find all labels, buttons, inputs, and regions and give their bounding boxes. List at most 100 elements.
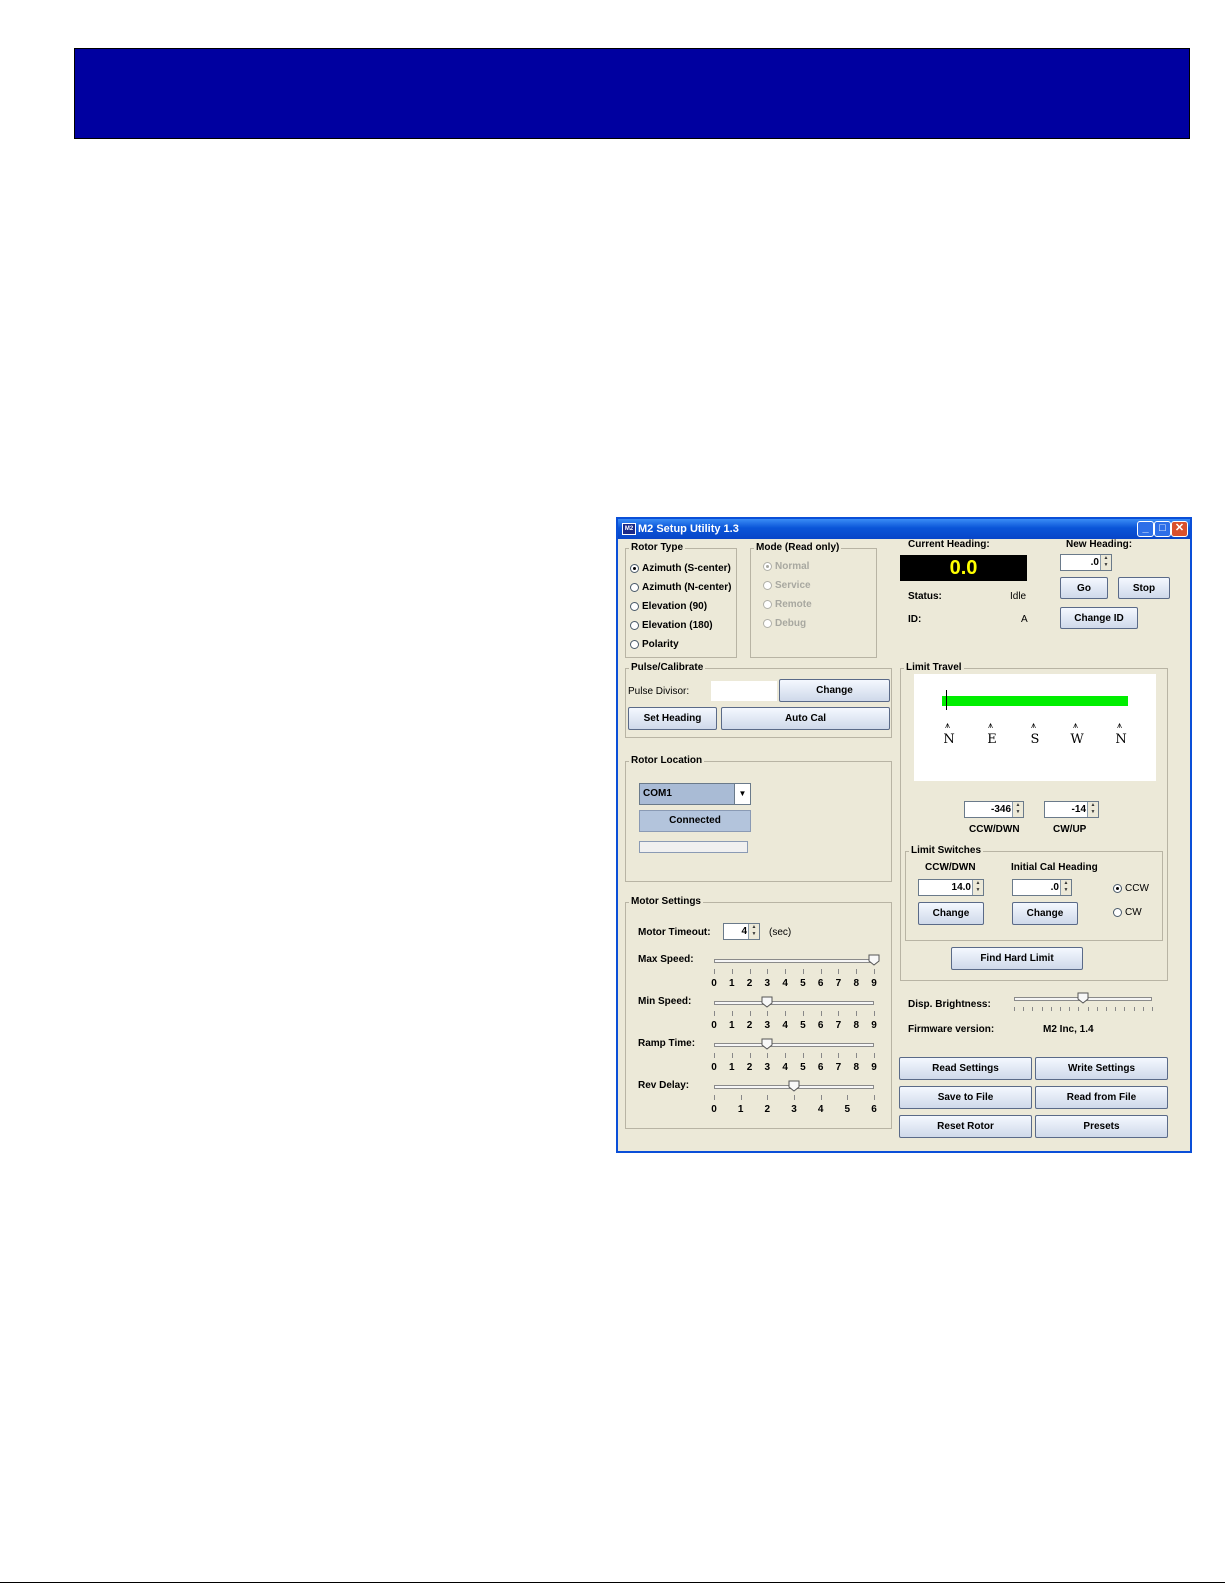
rotor-type-group: Rotor Type Azimuth (S-center) Azimuth (N… bbox=[625, 542, 737, 658]
slider-tick bbox=[874, 1095, 875, 1100]
title-bar[interactable]: M2 M2 Setup Utility 1.3 _ □ ✕ bbox=[618, 519, 1190, 539]
slider-tick bbox=[838, 969, 840, 974]
limit-ccw-label: CCW/DWN bbox=[925, 862, 976, 873]
auto-cal-button[interactable]: Auto Cal bbox=[721, 707, 890, 730]
radio-label: Azimuth (N-center) bbox=[642, 582, 732, 593]
limit-switches-group: Limit Switches CCW/DWN Initial Cal Headi… bbox=[905, 845, 1163, 941]
go-button[interactable]: Go bbox=[1060, 577, 1108, 599]
ramp-time-slider[interactable] bbox=[714, 1043, 874, 1047]
slider-tick bbox=[731, 1053, 733, 1058]
compass-arrow-icon: ⩚ bbox=[1117, 720, 1123, 730]
radio-label: Service bbox=[775, 580, 811, 591]
brightness-slider-thumb[interactable] bbox=[1077, 992, 1089, 1004]
rotor-type-elevation-90[interactable]: Elevation (90) bbox=[630, 601, 707, 612]
app-icon: M2 bbox=[622, 523, 636, 535]
spinner-arrows-icon[interactable]: ▲ ▼ bbox=[1060, 880, 1071, 895]
min-speed-slider[interactable] bbox=[714, 1001, 874, 1005]
min-speed-slider-thumb[interactable] bbox=[761, 996, 773, 1008]
direction-cw-radio[interactable]: CW bbox=[1113, 907, 1142, 918]
spinner-arrows-icon[interactable]: ▲ ▼ bbox=[1087, 802, 1098, 817]
motor-timeout-stepper[interactable]: 4 ▲ ▼ bbox=[723, 923, 760, 940]
chevron-down-icon[interactable]: ▼ bbox=[734, 784, 750, 804]
ccw-limit-stepper[interactable]: -346 ▲ ▼ bbox=[964, 801, 1024, 818]
slider-tick bbox=[1152, 1007, 1153, 1011]
slider-tick bbox=[785, 1011, 787, 1016]
radio-icon bbox=[763, 562, 772, 571]
compass-arrow-icon: ⩚ bbox=[1031, 720, 1037, 730]
cw-limit-stepper[interactable]: -14 ▲ ▼ bbox=[1044, 801, 1099, 818]
slider-tick-label: 2 bbox=[746, 978, 753, 989]
rotor-type-polarity[interactable]: Polarity bbox=[630, 639, 679, 650]
compass-label: E bbox=[987, 732, 997, 747]
pulse-change-button[interactable]: Change bbox=[779, 679, 890, 702]
motor-settings-group: Motor Settings Motor Timeout: 4 ▲ ▼ (sec) … bbox=[625, 896, 892, 1129]
radio-icon bbox=[630, 564, 639, 573]
slider-tick bbox=[767, 1011, 769, 1016]
stop-button[interactable]: Stop bbox=[1118, 577, 1170, 599]
spinner-arrows-icon[interactable]: ▲ ▼ bbox=[748, 924, 759, 939]
slider-tick-label: 5 bbox=[800, 1062, 806, 1073]
reset-rotor-button[interactable]: Reset Rotor bbox=[899, 1115, 1032, 1138]
slider-tick-label: 7 bbox=[835, 978, 842, 989]
set-heading-button[interactable]: Set Heading bbox=[628, 707, 717, 730]
slider-tick bbox=[847, 1095, 849, 1100]
rotor-type-azimuth-n[interactable]: Azimuth (N-center) bbox=[630, 582, 731, 593]
rotor-type-elevation-180[interactable]: Elevation (180) bbox=[630, 620, 713, 631]
travel-position-marker bbox=[946, 690, 947, 710]
compass-label: N bbox=[943, 732, 955, 747]
max-speed-slider-thumb[interactable] bbox=[868, 954, 880, 966]
slider-tick bbox=[1023, 1007, 1025, 1011]
write-settings-button[interactable]: Write Settings bbox=[1035, 1057, 1168, 1080]
slider-tick bbox=[767, 1053, 769, 1058]
id-label: ID: bbox=[908, 614, 922, 625]
spinner-arrows-icon[interactable]: ▲ ▼ bbox=[1100, 555, 1111, 570]
find-hard-limit-button[interactable]: Find Hard Limit bbox=[951, 947, 1083, 970]
save-to-file-button[interactable]: Save to File bbox=[899, 1086, 1032, 1109]
page-footer-rule bbox=[0, 1582, 1225, 1583]
limit-ccw-stepper[interactable]: 14.0 ▲ ▼ bbox=[918, 879, 984, 896]
slider-tick bbox=[802, 1011, 804, 1016]
min-speed-label: Min Speed: bbox=[638, 996, 692, 1007]
pulse-divisor-field[interactable] bbox=[711, 681, 777, 701]
mode-legend: Mode (Read only) bbox=[754, 542, 842, 553]
ramp-time-slider-thumb[interactable] bbox=[761, 1038, 773, 1050]
spinner-arrows-icon[interactable]: ▲ ▼ bbox=[1012, 802, 1023, 817]
slider-tick bbox=[767, 969, 769, 974]
initial-cal-value: .0 bbox=[1050, 882, 1059, 893]
slider-tick-label: 0 bbox=[711, 1104, 717, 1115]
slider-tick bbox=[1050, 1007, 1052, 1011]
presets-button[interactable]: Presets bbox=[1035, 1115, 1168, 1138]
slider-tick bbox=[802, 1053, 804, 1058]
radio-label: Azimuth (S-center) bbox=[642, 563, 731, 574]
compass-label: S bbox=[1030, 732, 1040, 747]
limit-ccw-change-button[interactable]: Change bbox=[918, 902, 984, 925]
slider-tick-label: 0 bbox=[711, 1020, 717, 1031]
compass-arrow-icon: ⩚ bbox=[988, 720, 994, 730]
initial-cal-change-button[interactable]: Change bbox=[1012, 902, 1078, 925]
read-settings-button[interactable]: Read Settings bbox=[899, 1057, 1032, 1080]
slider-tick bbox=[820, 1011, 822, 1016]
slider-tick bbox=[838, 1011, 840, 1016]
maximize-icon[interactable]: □ bbox=[1154, 521, 1171, 537]
close-icon[interactable]: ✕ bbox=[1171, 521, 1188, 537]
rotor-type-azimuth-s[interactable]: Azimuth (S-center) bbox=[630, 563, 731, 574]
new-heading-stepper[interactable]: .0 ▲ ▼ bbox=[1060, 554, 1112, 571]
initial-cal-stepper[interactable]: .0 ▲ ▼ bbox=[1012, 879, 1072, 896]
ramp-time-label: Ramp Time: bbox=[638, 1038, 696, 1049]
ccw-limit-value: -346 bbox=[990, 804, 1011, 815]
pulse-calibrate-group: Pulse/Calibrate Pulse Divisor: Change Se… bbox=[625, 662, 892, 738]
com-port-select[interactable]: COM1 ▼ bbox=[639, 783, 751, 805]
spinner-arrows-icon[interactable]: ▲ ▼ bbox=[972, 880, 983, 895]
compass-label: N bbox=[1115, 732, 1127, 747]
rev-delay-slider-thumb[interactable] bbox=[788, 1080, 800, 1092]
radio-icon bbox=[630, 621, 639, 630]
radio-icon bbox=[1113, 908, 1122, 917]
read-from-file-button[interactable]: Read from File bbox=[1035, 1086, 1168, 1109]
minimize-icon[interactable]: _ bbox=[1137, 521, 1154, 537]
limit-travel-legend: Limit Travel bbox=[904, 662, 964, 673]
change-id-button[interactable]: Change ID bbox=[1060, 607, 1138, 629]
direction-ccw-radio[interactable]: CCW bbox=[1113, 883, 1149, 894]
slider-tick-label: 4 bbox=[782, 1062, 788, 1073]
max-speed-slider[interactable] bbox=[714, 959, 874, 963]
rev-delay-label: Rev Delay: bbox=[638, 1080, 690, 1091]
